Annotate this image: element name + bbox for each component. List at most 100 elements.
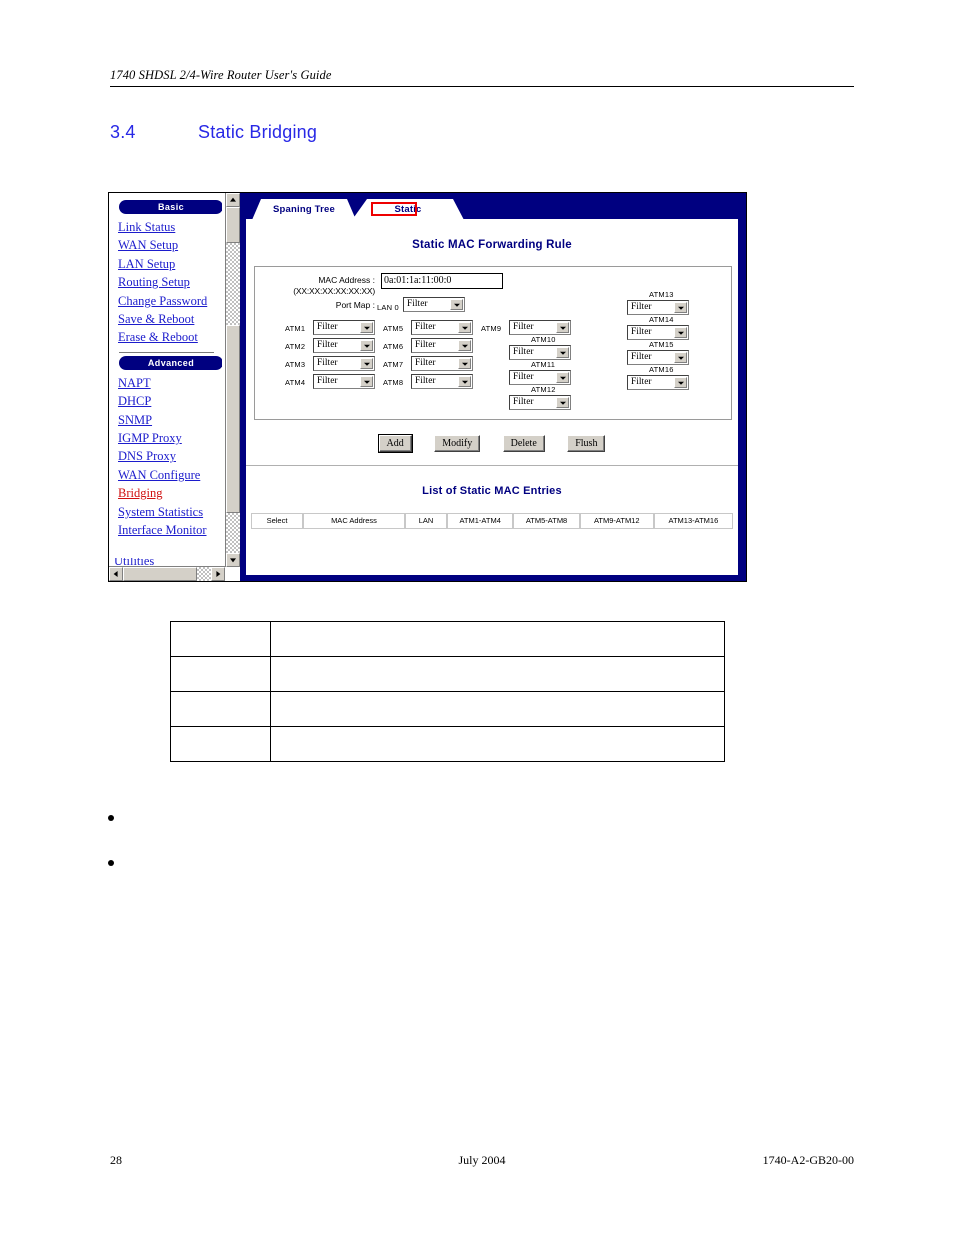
atm7-select[interactable]: Filter <box>411 356 473 371</box>
chevron-down-icon[interactable] <box>458 358 471 369</box>
chevron-down-icon[interactable] <box>458 376 471 387</box>
atm8-select[interactable]: Filter <box>411 374 473 389</box>
chevron-down-icon[interactable] <box>450 299 463 310</box>
atm16-select[interactable]: Filter <box>627 375 689 390</box>
chevron-down-icon[interactable] <box>360 376 373 387</box>
column-header-atm13-atm16: ATM13-ATM16 <box>653 513 734 529</box>
vertical-scroll-thumb-upper[interactable] <box>226 207 240 243</box>
atm12-select[interactable]: Filter <box>509 395 571 410</box>
horizontal-scroll-thumb[interactable] <box>123 567 197 581</box>
chevron-down-icon[interactable] <box>674 327 687 338</box>
atm11-select[interactable]: Filter <box>509 370 571 385</box>
atm9-select-value: Filter <box>513 322 534 332</box>
sidebar-item-lan-setup[interactable]: LAN Setup <box>113 255 220 273</box>
page-title: 3.4 Static Bridging <box>110 122 317 143</box>
atm5-label: ATM5 <box>383 324 404 333</box>
atm9-select[interactable]: Filter <box>509 320 571 335</box>
chevron-down-icon[interactable] <box>556 347 569 358</box>
tab-spanning-tree-label: Spaning Tree <box>272 204 336 215</box>
scroll-up-button[interactable] <box>226 193 240 207</box>
atm2-select[interactable]: Filter <box>313 338 375 353</box>
chevron-down-icon[interactable] <box>360 322 373 333</box>
chevron-down-icon[interactable] <box>556 372 569 383</box>
sidebar-vertical-scrollbar[interactable] <box>225 193 240 567</box>
caret-right-icon <box>216 571 221 577</box>
sidebar-item-bridging[interactable]: Bridging <box>113 484 220 502</box>
table-cell-term <box>169 726 272 762</box>
column-header-atm1-atm4: ATM1-ATM4 <box>447 513 514 529</box>
sidebar-item-wan-configure[interactable]: WAN Configure <box>113 466 220 484</box>
sidebar-item-dns-proxy[interactable]: DNS Proxy <box>113 447 220 465</box>
chevron-down-icon[interactable] <box>458 340 471 351</box>
column-header-select: Select <box>251 513 303 529</box>
ui-page-body: Static MAC Forwarding Rule MAC Address :… <box>246 219 738 575</box>
static-mac-entries-table: Select MAC Address LAN ATM1-ATM4 ATM5-AT… <box>251 513 734 529</box>
atm15-select[interactable]: Filter <box>627 350 689 365</box>
chevron-down-icon[interactable] <box>458 322 471 333</box>
atm3-select-value: Filter <box>317 358 338 368</box>
header-rule <box>110 86 854 87</box>
chevron-down-icon[interactable] <box>360 358 373 369</box>
scroll-down-button[interactable] <box>226 553 240 567</box>
sidebar-item-link-status[interactable]: Link Status <box>113 218 220 236</box>
lan-0-select[interactable]: Filter <box>403 297 465 312</box>
sidebar-item-utilities-clipped[interactable]: Utilities <box>109 558 222 565</box>
atm8-select-value: Filter <box>415 376 436 386</box>
sidebar-item-system-statistics[interactable]: System Statistics <box>113 503 220 521</box>
atm7-select-value: Filter <box>415 358 436 368</box>
mac-address-input[interactable]: 0a:01:1a:11:00:0 <box>381 273 503 289</box>
sidebar-section-basic: Basic <box>119 200 222 214</box>
atm14-select[interactable]: Filter <box>627 325 689 340</box>
flush-button[interactable]: Flush <box>567 435 606 452</box>
form-heading: Static MAC Forwarding Rule <box>412 239 572 251</box>
sidebar-item-igmp-proxy[interactable]: IGMP Proxy <box>113 429 220 447</box>
delete-button[interactable]: Delete <box>502 435 545 452</box>
chevron-down-icon[interactable] <box>674 352 687 363</box>
chevron-down-icon[interactable] <box>674 302 687 313</box>
atm14-label: ATM14 <box>649 315 674 324</box>
tab-static[interactable]: Static <box>352 199 464 220</box>
atm11-label: ATM11 <box>531 360 556 369</box>
atm4-select[interactable]: Filter <box>313 374 375 389</box>
atm3-label: ATM3 <box>285 360 306 369</box>
atm6-select[interactable]: Filter <box>411 338 473 353</box>
description-table <box>169 621 725 762</box>
sidebar-item-interface-monitor[interactable]: Interface Monitor <box>113 521 220 539</box>
sidebar-item-save-reboot[interactable]: Save & Reboot <box>113 310 220 328</box>
sidebar-item-routing-setup[interactable]: Routing Setup <box>113 273 220 291</box>
modify-button[interactable]: Modify <box>434 435 481 452</box>
scroll-left-button[interactable] <box>109 567 123 581</box>
add-button[interactable]: Add <box>377 434 413 453</box>
column-header-lan: LAN <box>405 513 447 529</box>
router-web-ui-screenshot: Basic Link Status WAN Setup LAN Setup Ro… <box>108 192 747 582</box>
column-header-mac-address: MAC Address <box>303 513 405 529</box>
sidebar-horizontal-scrollbar[interactable] <box>109 566 225 581</box>
sidebar-item-wan-setup[interactable]: WAN Setup <box>113 236 220 254</box>
table-cell-definition <box>270 726 725 762</box>
lan-port-label: LAN 0 <box>377 303 399 312</box>
scroll-right-button[interactable] <box>211 567 225 581</box>
list-item <box>108 857 708 902</box>
sidebar-item-change-password[interactable]: Change Password <box>113 292 220 310</box>
chevron-down-icon[interactable] <box>674 377 687 388</box>
footer-page-number: 28 <box>110 1153 122 1167</box>
vertical-scroll-thumb[interactable] <box>226 325 240 513</box>
chevron-down-icon[interactable] <box>360 340 373 351</box>
atm13-select[interactable]: Filter <box>627 300 689 315</box>
atm5-select[interactable]: Filter <box>411 320 473 335</box>
table-cell-definition <box>270 691 725 727</box>
mac-address-format-hint: (XX:XX:XX:XX:XX:XX) <box>293 285 375 296</box>
bullet-icon <box>108 815 114 821</box>
sidebar-item-snmp[interactable]: SNMP <box>113 411 220 429</box>
atm1-select[interactable]: Filter <box>313 320 375 335</box>
chevron-down-icon[interactable] <box>556 322 569 333</box>
chevron-down-icon[interactable] <box>556 397 569 408</box>
sidebar-item-napt[interactable]: NAPT <box>113 374 220 392</box>
table-row <box>169 726 725 762</box>
atm16-select-value: Filter <box>631 377 652 387</box>
atm3-select[interactable]: Filter <box>313 356 375 371</box>
tab-spanning-tree[interactable]: Spaning Tree <box>252 199 356 220</box>
sidebar-item-erase-reboot[interactable]: Erase & Reboot <box>113 328 220 346</box>
sidebar-item-dhcp[interactable]: DHCP <box>113 392 220 410</box>
atm10-select[interactable]: Filter <box>509 345 571 360</box>
